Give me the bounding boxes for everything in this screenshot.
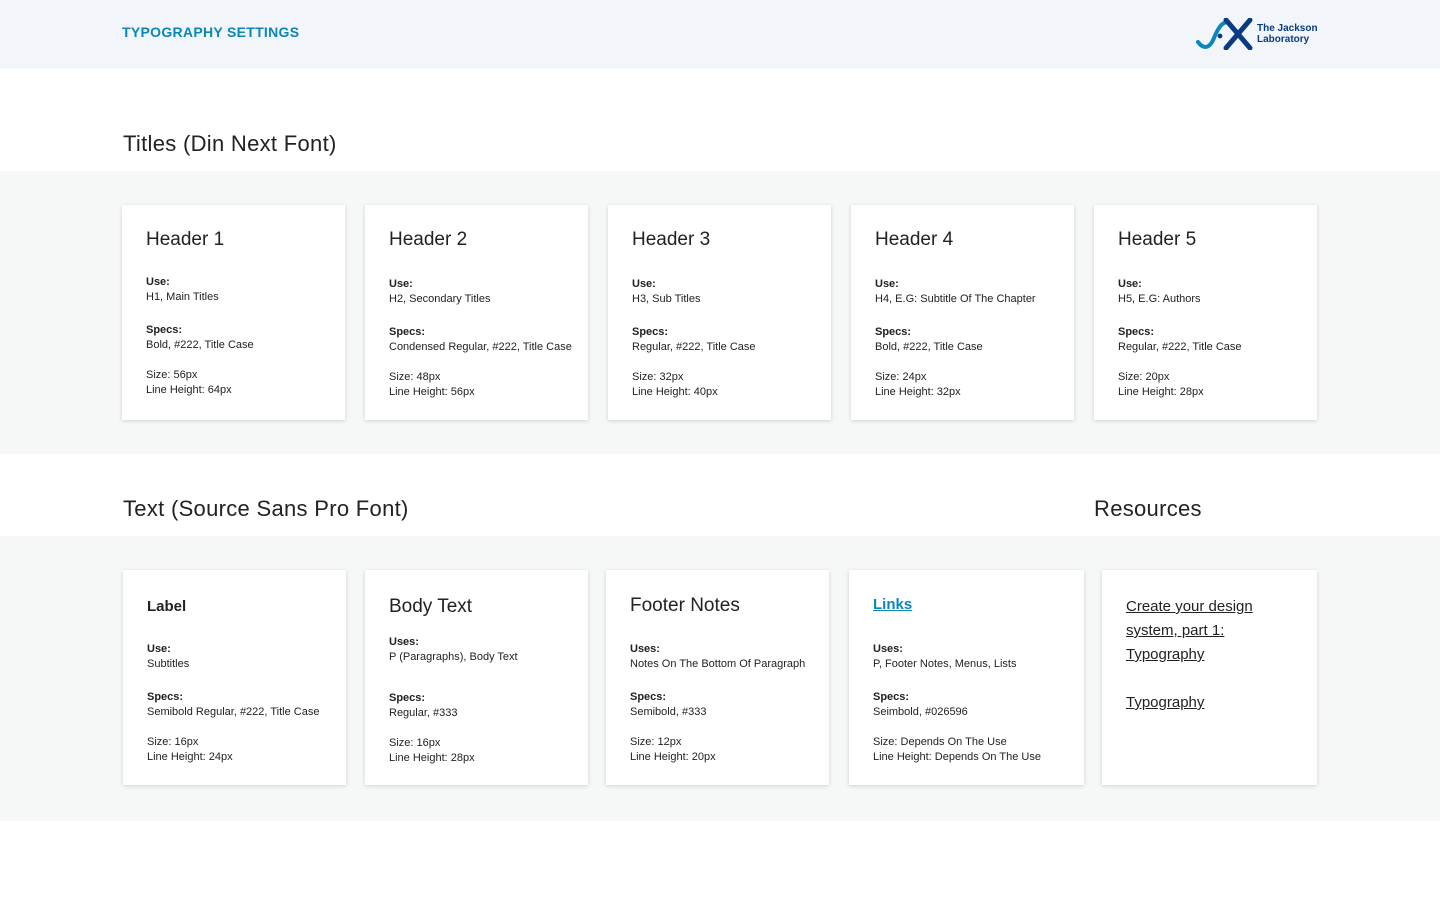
card-specs: Specs: Regular, #222, Title Case: [632, 326, 756, 353]
label-card: Label Use: Subtitles Specs: Semibold Regul…: [123, 570, 346, 785]
header-5-card: Header 5 Use: H5, E.G: Authors Specs: Regu…: [1094, 205, 1317, 420]
header-4-card: Header 4 Use: H4, E.G: Subtitle Of The Ch…: [851, 205, 1074, 420]
resources-card: Create your design system, part 1: Typog…: [1102, 570, 1317, 785]
card-title: Header 5: [1118, 229, 1197, 250]
card-use: Uses: P, Footer Notes, Menus, Lists: [873, 643, 1017, 670]
card-specs: Specs: Semibold, #333: [630, 691, 707, 718]
jax-logo-icon: [1196, 18, 1253, 50]
card-size: Size: 16px Line Height: 28px: [389, 737, 475, 764]
card-use: Uses: P (Paragraphs), Body Text: [389, 636, 518, 663]
page-title: TYPOGRAPHY SETTINGS: [122, 24, 300, 40]
card-size: Size: 20px Line Height: 28px: [1118, 371, 1204, 398]
card-size: Size: 12px Line Height: 20px: [630, 736, 716, 763]
header-2-card: Header 2 Use: H2, Secondary Titles Specs:…: [365, 205, 588, 420]
titles-section-heading: Titles (Din Next Font): [123, 131, 337, 156]
card-use: Use: H2, Secondary Titles: [389, 278, 491, 305]
card-size: Size: 56px Line Height: 64px: [146, 369, 232, 396]
card-specs: Specs: Semibold Regular, #222, Title Case: [147, 691, 320, 718]
header-1-card: Header 1 Use: H1, Main Titles Specs: Bold,…: [122, 205, 345, 420]
logo-text: The Jackson Laboratory: [1257, 23, 1318, 45]
card-specs: Specs: Condensed Regular, #222, Title Cas…: [389, 326, 572, 353]
body-text-card: Body Text Uses: P (Paragraphs), Body Text…: [365, 570, 588, 785]
text-section-heading: Text (Source Sans Pro Font): [123, 496, 409, 521]
card-title: Footer Notes: [630, 595, 740, 616]
card-title: Header 2: [389, 229, 468, 250]
card-specs: Specs: Bold, #222, Title Case: [146, 324, 254, 351]
links-card: Links Uses: P, Footer Notes, Menus, Lists…: [849, 570, 1084, 785]
card-specs: Specs: Regular, #333: [389, 692, 458, 719]
card-size: Size: 32px Line Height: 40px: [632, 371, 718, 398]
card-use: Use: H5, E.G: Authors: [1118, 278, 1201, 305]
resources-heading: Resources: [1094, 496, 1202, 521]
card-title: Header 4: [875, 229, 954, 250]
card-title: Header 3: [632, 229, 711, 250]
card-title: Header 1: [146, 229, 225, 250]
footer-notes-card: Footer Notes Uses: Notes On The Bottom Of…: [606, 570, 829, 785]
card-specs: Specs: Seimbold, #026596: [873, 691, 968, 718]
card-title: Label: [147, 598, 187, 615]
card-use: Use: H4, E.G: Subtitle Of The Chapter: [875, 278, 1036, 305]
resource-link-typography[interactable]: Typography: [1126, 691, 1276, 715]
card-use: Uses: Notes On The Bottom Of Paragraph: [630, 643, 806, 670]
card-specs: Specs: Regular, #222, Title Case: [1118, 326, 1242, 353]
card-use: Use: H3, Sub Titles: [632, 278, 701, 305]
card-size: Size: 24px Line Height: 32px: [875, 371, 961, 398]
header-3-card: Header 3 Use: H3, Sub Titles Specs: Regula…: [608, 205, 831, 420]
card-title: Body Text: [389, 596, 473, 617]
card-use: Use: Subtitles: [147, 643, 190, 670]
card-use: Use: H1, Main Titles: [146, 276, 219, 303]
links-sample-link[interactable]: Links: [873, 596, 912, 613]
jackson-lab-logo[interactable]: The Jackson Laboratory: [1196, 18, 1320, 50]
top-bar: TYPOGRAPHY SETTINGS The Jackson Laborato…: [0, 0, 1440, 69]
card-size: Size: 16px Line Height: 24px: [147, 736, 233, 763]
card-size: Size: Depends On The Use Line Height: Dep…: [873, 736, 1041, 763]
card-specs: Specs: Bold, #222, Title Case: [875, 326, 983, 353]
resource-link-design-system[interactable]: Create your design system, part 1: Typog…: [1126, 595, 1276, 667]
card-size: Size: 48px Line Height: 56px: [389, 371, 475, 398]
